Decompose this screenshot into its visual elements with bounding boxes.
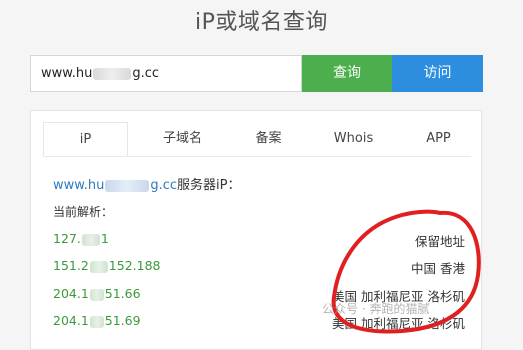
ip-address[interactable]: 151.2 152.188 [53,258,161,273]
current-resolution-label: 当前解析： [53,205,114,219]
domain-input[interactable]: www.hu g.cc [30,55,302,92]
watermark-text: 公众号 · 奔跑的猫腻 [322,302,430,316]
input-text-suffix: g.cc [132,66,160,81]
input-text-prefix: www.hu [41,66,93,81]
tab-icp[interactable]: 备案 [226,122,311,156]
ip-address[interactable]: 204.1 51.66 [53,286,141,301]
resolution-row: 151.2 152.188 中国 香港 [53,258,465,276]
redacted-segment [105,179,150,192]
query-button[interactable]: 查询 [302,55,392,92]
ip-address[interactable]: 127. 1 [53,231,109,246]
tab-divider [43,156,471,157]
tab-whois[interactable]: Whois [311,122,396,156]
tab-subdomain[interactable]: 子域名 [140,122,225,156]
ip-location: 中国 香港 [411,261,465,276]
visit-button[interactable]: 访问 [392,55,483,92]
redacted-segment [89,315,104,328]
search-row: www.hu g.cc 查询 访问 [30,55,483,92]
tab-bar: iP 子域名 备案 Whois APP [43,122,471,156]
tab-ip[interactable]: iP [43,122,128,156]
redacted-segment [89,288,104,301]
ip-address[interactable]: 204.1 51.69 [53,313,141,328]
tab-app[interactable]: APP [396,122,481,156]
resolution-row: 127. 1 保留地址 [53,231,465,249]
server-ip-heading: www.hu g.cc服务器iP： [53,174,240,193]
server-domain-prefix[interactable]: www.hu [53,178,104,193]
redacted-segment [89,260,108,273]
redacted-segment [93,67,132,80]
page-title: iP或域名查询 [195,10,328,35]
server-domain-suffix[interactable]: g.cc [150,178,177,193]
ip-location: 保留地址 [414,234,465,249]
server-label: 服务器iP： [177,178,241,193]
redacted-segment [81,233,100,246]
